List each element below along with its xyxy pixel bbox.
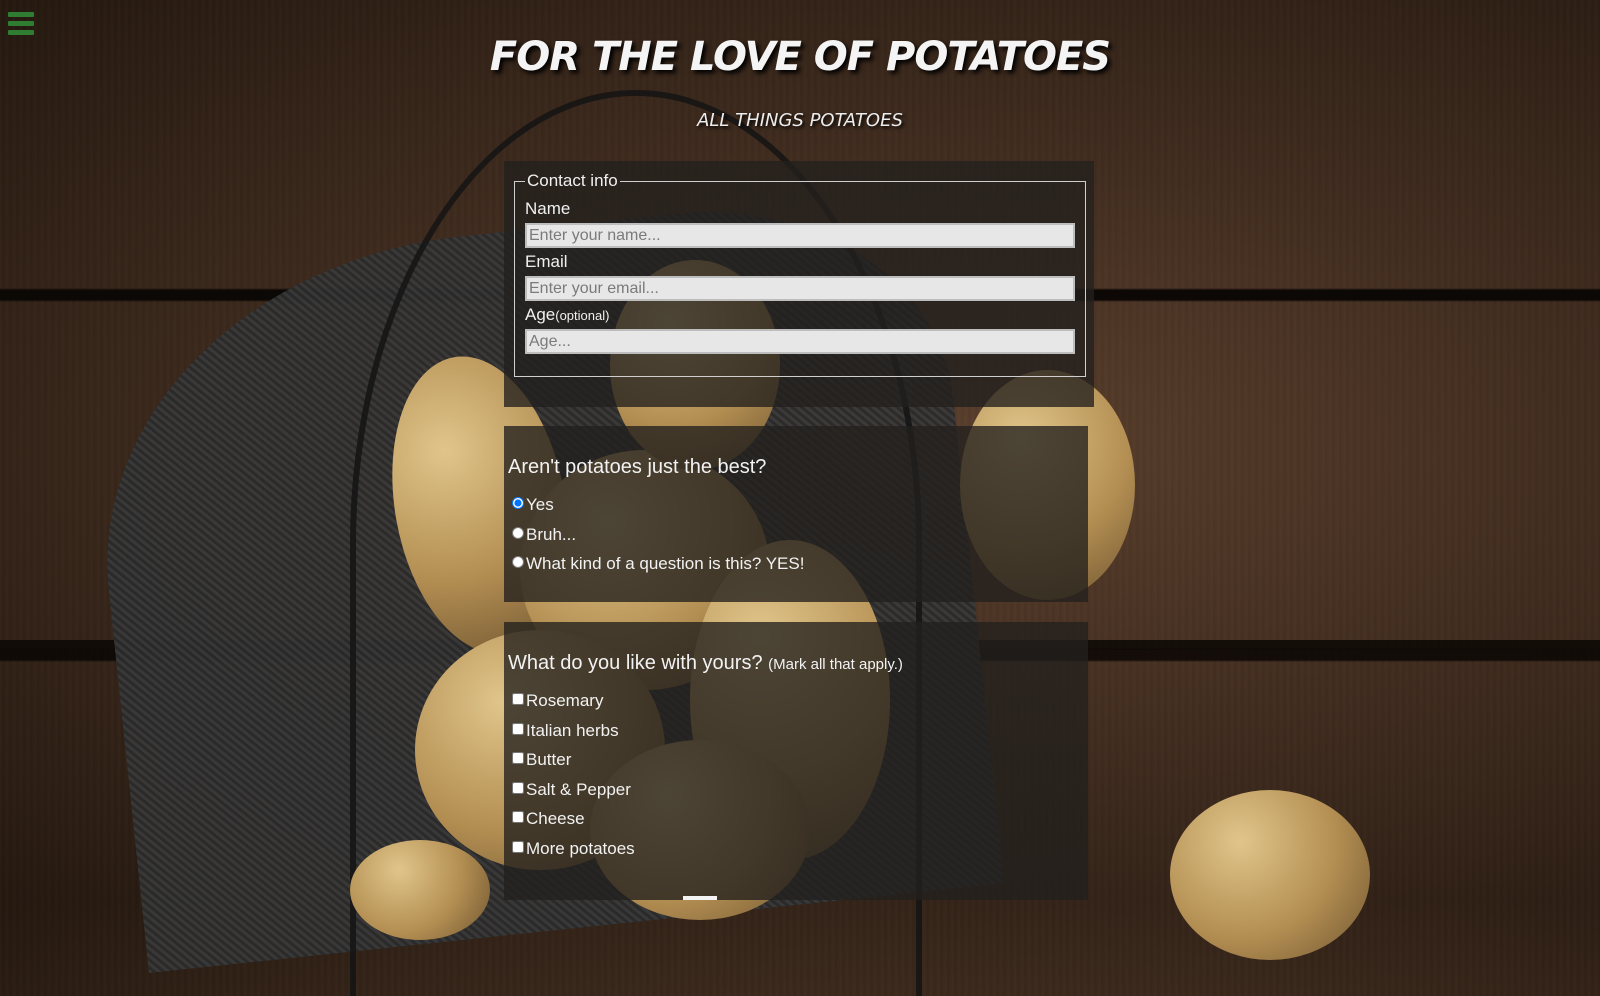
- checkbox-label: More potatoes: [526, 838, 635, 858]
- radio-label: Bruh...: [526, 524, 577, 544]
- contact-fieldset: Contact info Name Email Age(optional): [514, 171, 1086, 377]
- checkbox-label: Salt & Pepper: [526, 779, 631, 799]
- contact-panel: Contact info Name Email Age(optional): [504, 161, 1094, 407]
- checkbox-label: Cheese: [526, 809, 585, 828]
- checkbox-option-butter[interactable]: Butter: [508, 750, 1084, 780]
- potato: [1170, 790, 1370, 960]
- question2-panel: What do you like with yours? (Mark all t…: [504, 622, 1088, 900]
- age-label-text: Age: [525, 305, 556, 324]
- radio-option-bruh[interactable]: Bruh...: [508, 525, 1084, 555]
- name-label: Name: [525, 199, 1075, 219]
- name-label-text: Name: [525, 199, 571, 218]
- checkbox-label: Italian herbs: [526, 720, 619, 740]
- question2-title: What do you like with yours? (Mark all t…: [508, 652, 1084, 675]
- checkbox-option-cheese[interactable]: Cheese: [508, 809, 1084, 839]
- question2-note: (Mark all that apply.): [768, 656, 903, 673]
- question1-title: Aren't potatoes just the best?: [508, 456, 767, 478]
- menu-bar: [8, 21, 34, 26]
- email-label-text: Email: [525, 252, 568, 271]
- checkbox-option-rosemary[interactable]: Rosemary: [508, 691, 1084, 721]
- age-label: Age(optional): [525, 305, 1075, 325]
- question2-title-text: What do you like with yours?: [508, 652, 763, 674]
- page-title: FOR THE LOVE OF POTATOES: [489, 34, 1111, 80]
- checkbox-more-potatoes[interactable]: [512, 840, 524, 853]
- radio-bruh[interactable]: [512, 526, 524, 539]
- age-optional-note: (optional): [555, 308, 610, 323]
- radio-label: Yes: [526, 495, 554, 514]
- name-input[interactable]: [525, 223, 1075, 248]
- email-label: Email: [525, 252, 1075, 272]
- radio-label: What kind of a question is this? YES!: [526, 554, 805, 573]
- scrollbar-thumb[interactable]: [683, 896, 717, 900]
- page-subtitle: ALL THINGS POTATOES: [697, 110, 903, 131]
- checkbox-salt-pepper[interactable]: [512, 781, 524, 794]
- potato: [350, 840, 490, 940]
- checkbox-option-salt-pepper[interactable]: Salt & Pepper: [508, 780, 1084, 810]
- checkbox-option-more-potatoes[interactable]: More potatoes: [508, 839, 1084, 869]
- checkbox-cheese[interactable]: [512, 811, 524, 823]
- radio-what-kind[interactable]: [512, 556, 524, 568]
- menu-bar: [8, 12, 34, 17]
- email-input[interactable]: [525, 276, 1075, 301]
- checkbox-label: Butter: [526, 750, 572, 769]
- radio-option-what-kind[interactable]: What kind of a question is this? YES!: [508, 554, 1084, 584]
- checkbox-label: Rosemary: [526, 691, 604, 710]
- checkbox-rosemary[interactable]: [512, 693, 524, 705]
- checkbox-butter[interactable]: [512, 752, 524, 764]
- checkbox-option-italian-herbs[interactable]: Italian herbs: [508, 721, 1084, 751]
- radio-option-yes[interactable]: Yes: [508, 495, 1084, 525]
- checkbox-italian-herbs[interactable]: [512, 722, 524, 735]
- age-input[interactable]: [525, 329, 1075, 354]
- contact-legend: Contact info: [527, 171, 618, 190]
- question1-panel: Aren't potatoes just the best? Yes Bruh.…: [504, 426, 1088, 602]
- radio-yes[interactable]: [512, 497, 524, 509]
